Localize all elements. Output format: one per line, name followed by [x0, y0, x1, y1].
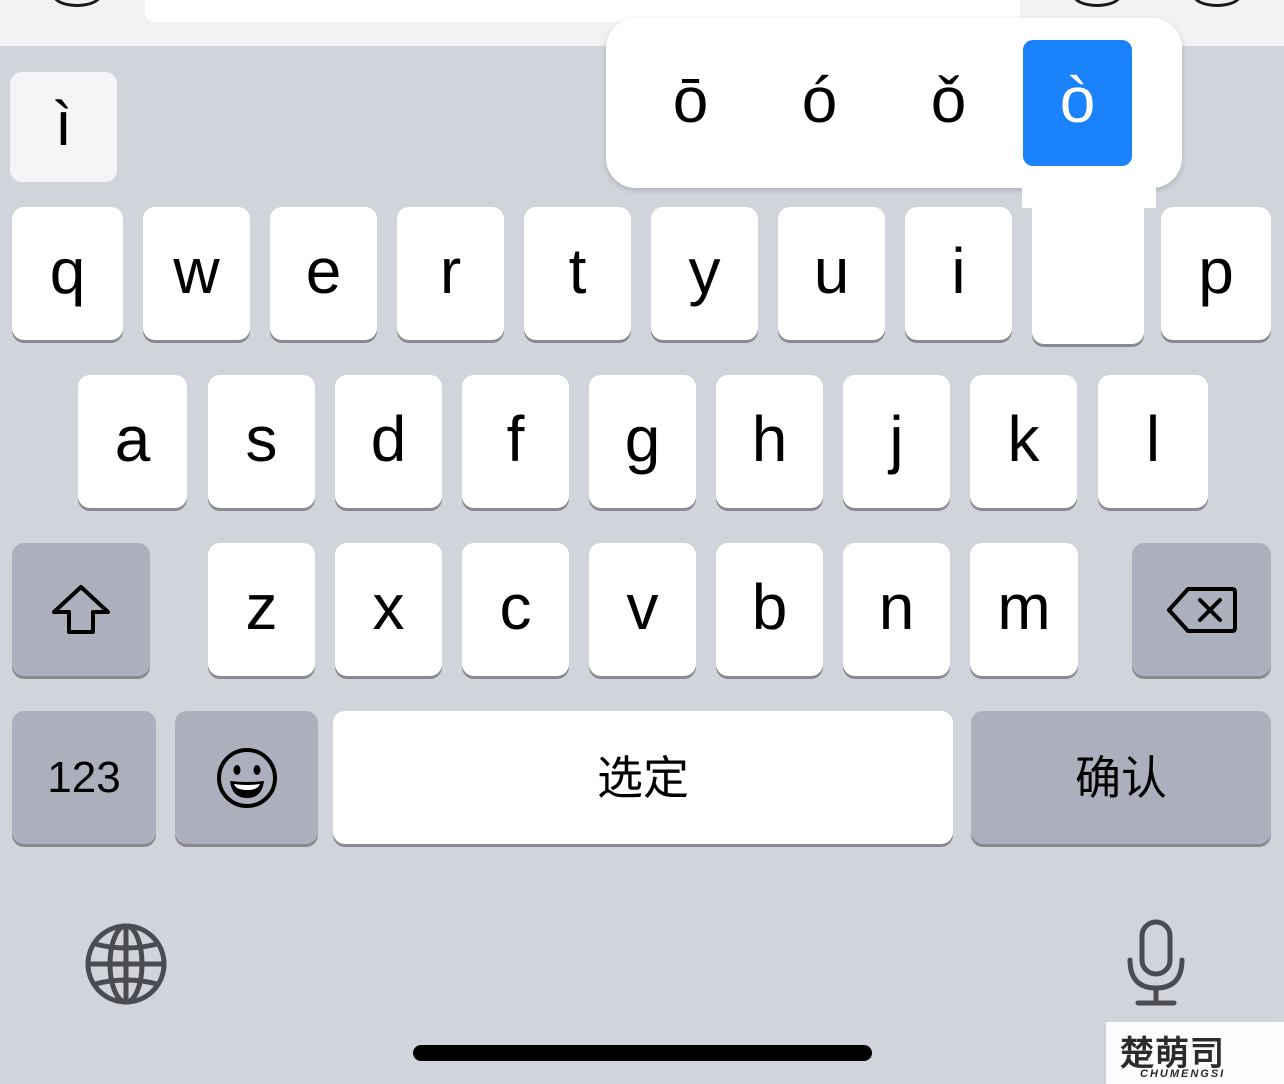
key-label: x [372, 570, 405, 643]
key-label: z [245, 570, 278, 643]
key-n[interactable]: n [843, 543, 950, 676]
key-label: m [997, 570, 1051, 643]
key-g[interactable]: g [589, 375, 696, 508]
key-d[interactable]: d [335, 375, 442, 508]
delete-icon [1166, 586, 1237, 633]
key-label: g [624, 402, 661, 475]
accent-option-o-macron[interactable]: ō [636, 40, 745, 166]
accent-options: ō ó ǒ ò [636, 40, 1132, 166]
key-label: b [751, 570, 788, 643]
key-x[interactable]: x [335, 543, 442, 676]
key-label: l [1145, 402, 1161, 475]
key-z[interactable]: z [208, 543, 315, 676]
key-w[interactable]: w [143, 207, 250, 340]
key-label: h [751, 402, 788, 475]
home-indicator[interactable] [413, 1045, 872, 1061]
key-label: p [1198, 234, 1234, 307]
globe-icon [85, 923, 167, 1005]
key-l[interactable]: l [1098, 375, 1208, 508]
key-label: r [439, 234, 462, 307]
key-label: q [49, 234, 86, 307]
key-e[interactable]: e [270, 207, 377, 340]
accent-option-o-acute[interactable]: ó [765, 40, 874, 166]
key-v[interactable]: v [589, 543, 696, 676]
accent-variants-popup: ō ó ǒ ò [606, 18, 1182, 344]
accent-option-o-grave[interactable]: ò [1023, 40, 1132, 166]
key-m[interactable]: m [970, 543, 1078, 676]
key-label: d [370, 402, 407, 475]
key-b[interactable]: b [716, 543, 823, 676]
key-j[interactable]: j [843, 375, 950, 508]
key-label: e [305, 234, 342, 307]
shift-key[interactable] [12, 543, 150, 676]
accent-option-label: ǒ [930, 64, 967, 136]
key-label: j [889, 402, 904, 475]
space-key[interactable]: 选定 [333, 711, 953, 844]
key-label: w [173, 234, 220, 307]
key-r[interactable]: r [397, 207, 504, 340]
accent-option-label: ō [672, 64, 709, 136]
key-s[interactable]: s [208, 375, 315, 508]
key-label: t [568, 234, 587, 307]
key-c[interactable]: c [462, 543, 569, 676]
watermark-sub-text: CHUMENGSI [1140, 1068, 1226, 1080]
key-label: f [506, 402, 525, 475]
emoji-key[interactable] [175, 711, 318, 844]
candidate-suggestion-label: ì [54, 89, 73, 159]
key-q[interactable]: q [12, 207, 123, 340]
numbers-key-label: 123 [47, 752, 121, 802]
dictation-button[interactable] [1124, 918, 1188, 1008]
partial-icon-left [52, 0, 102, 7]
return-key-label: 确认 [1075, 750, 1167, 805]
numbers-key[interactable]: 123 [12, 711, 156, 844]
key-h[interactable]: h [716, 375, 823, 508]
delete-key[interactable] [1132, 543, 1271, 676]
candidate-suggestion[interactable]: ì [10, 72, 117, 182]
key-label: c [499, 570, 532, 643]
watermark-logo: 楚萌司 CHUMENGSI [1106, 1022, 1284, 1084]
accent-option-label: ó [801, 64, 838, 136]
key-label: n [878, 570, 915, 643]
key-a[interactable]: a [78, 375, 187, 508]
shift-icon [52, 584, 110, 634]
key-k[interactable]: k [970, 375, 1077, 508]
globe-button[interactable] [84, 922, 168, 1006]
partial-icon-right-1 [1072, 0, 1122, 7]
key-label: s [245, 402, 278, 475]
accent-option-label: ò [1059, 64, 1096, 136]
return-key[interactable]: 确认 [971, 711, 1271, 844]
key-label: a [114, 402, 151, 475]
key-label: v [626, 570, 659, 643]
microphone-icon [1127, 919, 1185, 1006]
emoji-icon [216, 747, 277, 808]
partial-icon-right-2 [1192, 0, 1242, 7]
key-label: k [1007, 402, 1040, 475]
key-f[interactable]: f [462, 375, 569, 508]
accent-option-o-caron[interactable]: ǒ [894, 40, 1003, 166]
space-key-label: 选定 [597, 750, 689, 805]
